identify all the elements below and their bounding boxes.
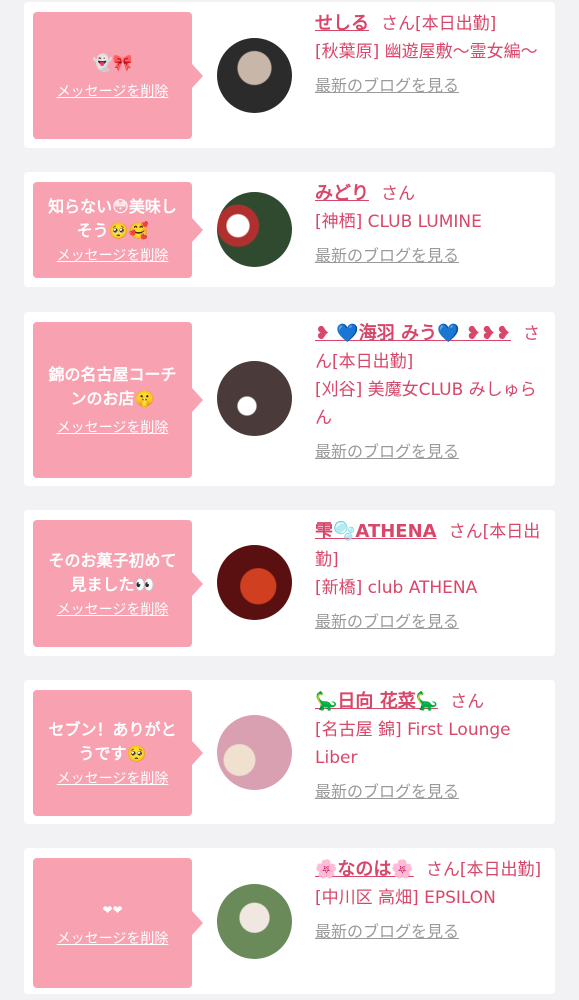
latest-blog-link[interactable]: 最新のブログを見る bbox=[315, 608, 459, 636]
message-text: 👻🎀 bbox=[92, 52, 133, 72]
status-badge: [本日出勤] bbox=[332, 352, 414, 372]
latest-blog-link[interactable]: 最新のブログを見る bbox=[315, 778, 459, 806]
message-bubble: 知らない😳美味し そう🥺🥰 メッセージを削除 bbox=[33, 182, 203, 278]
latest-blog-link[interactable]: 最新のブログを見る bbox=[315, 242, 459, 270]
message-text: そのお菓子初めて 見ました👀 bbox=[48, 550, 177, 594]
message-card: 錦の名古屋コーチ ンのお店🤫 メッセージを削除 ❥ 💙海羽 みう💙 ❥❥❥ さん[… bbox=[24, 312, 555, 486]
cast-name-link[interactable]: ❥ 💙海羽 みう💙 ❥❥❥ bbox=[315, 323, 511, 344]
message-text: セブン！ありがと うです🥺 bbox=[48, 720, 177, 763]
shop-name: [新橋] club ATHENA bbox=[315, 578, 478, 598]
latest-blog-link[interactable]: 最新のブログを見る bbox=[315, 72, 459, 100]
avatar[interactable] bbox=[217, 545, 292, 620]
name-decoration: 🦕 bbox=[415, 691, 439, 712]
shop-name: [神栖] CLUB LUMINE bbox=[315, 212, 482, 232]
message-text: 錦の名古屋コーチ ンのお店🤫 bbox=[48, 365, 177, 408]
delete-message-link[interactable]: メッセージを削除 bbox=[57, 768, 169, 788]
honorific: さん bbox=[381, 184, 415, 204]
cast-name: 海羽 みう bbox=[358, 323, 438, 344]
name-decoration: ❥ 💙 bbox=[315, 323, 359, 344]
avatar[interactable] bbox=[217, 884, 292, 959]
cast-info: 🌸なのは🌸 さん[本日出勤] [中川区 高畑] EPSILON 最新のブログを見る bbox=[315, 856, 547, 946]
message-card: 👻🎀 メッセージを削除 せしる さん[本日出勤] [秋葉原] 幽遊屋敷〜霊女編〜 … bbox=[24, 2, 555, 148]
message-text: 知らない😳美味し そう🥺🥰 bbox=[48, 197, 177, 240]
message-text: ❤❤ bbox=[102, 903, 123, 917]
honorific: さん bbox=[381, 14, 415, 34]
shop-name: [中川区 高畑] EPSILON bbox=[315, 888, 496, 908]
message-bubble: 👻🎀 メッセージを削除 bbox=[33, 12, 203, 139]
message-bubble: 錦の名古屋コーチ ンのお店🤫 メッセージを削除 bbox=[33, 322, 203, 478]
avatar[interactable] bbox=[217, 361, 292, 436]
message-card: そのお菓子初めて 見ました👀 メッセージを削除 雫🫧ATHENA さん[本日出勤]… bbox=[24, 510, 555, 656]
cast-name-link[interactable]: 🦕日向 花菜🦕 bbox=[315, 691, 438, 712]
honorific: さん bbox=[425, 860, 460, 880]
cast-name-link[interactable]: みどり bbox=[315, 183, 369, 204]
cast-name: 日向 花菜 bbox=[337, 691, 416, 712]
latest-blog-link[interactable]: 最新のブログを見る bbox=[315, 918, 459, 946]
message-bubble: ❤❤ メッセージを削除 bbox=[33, 858, 203, 988]
message-card: ❤❤ メッセージを削除 🌸なのは🌸 さん[本日出勤] [中川区 高畑] EPSIL… bbox=[24, 848, 555, 994]
name-decoration: 🌸 bbox=[315, 859, 338, 880]
message-card: セブン！ありがと うです🥺 メッセージを削除 🦕日向 花菜🦕 さん [名古屋 錦]… bbox=[24, 680, 555, 824]
delete-message-link[interactable]: メッセージを削除 bbox=[57, 81, 169, 101]
name-decoration: 🦕 bbox=[315, 691, 338, 712]
delete-message-link[interactable]: メッセージを削除 bbox=[57, 928, 169, 948]
status-badge: [本日出勤] bbox=[459, 860, 542, 880]
name-decoration: 🌸 bbox=[391, 859, 414, 880]
shop-name: [名古屋 錦] First Lounge Liber bbox=[315, 720, 511, 768]
delete-message-link[interactable]: メッセージを削除 bbox=[57, 417, 169, 437]
cast-info: せしる さん[本日出勤] [秋葉原] 幽遊屋敷〜霊女編〜 最新のブログを見る bbox=[315, 10, 547, 100]
status-badge: [本日出勤] bbox=[415, 14, 497, 34]
avatar[interactable] bbox=[217, 38, 292, 113]
honorific: さん bbox=[448, 522, 483, 542]
message-card: 知らない😳美味し そう🥺🥰 メッセージを削除 みどり さん [神栖] CLUB L… bbox=[24, 172, 555, 287]
shop-name: [刈谷] 美魔女CLUB みしゅらん bbox=[315, 380, 537, 428]
cast-name-link[interactable]: せしる bbox=[315, 13, 369, 34]
message-bubble: セブン！ありがと うです🥺 メッセージを削除 bbox=[33, 690, 203, 816]
avatar[interactable] bbox=[217, 192, 292, 267]
cast-info: みどり さん [神栖] CLUB LUMINE 最新のブログを見る bbox=[315, 180, 547, 270]
message-list: 👻🎀 メッセージを削除 せしる さん[本日出勤] [秋葉原] 幽遊屋敷〜霊女編〜 … bbox=[0, 0, 579, 1000]
message-bubble: そのお菓子初めて 見ました👀 メッセージを削除 bbox=[33, 520, 203, 647]
honorific: さん bbox=[450, 692, 485, 712]
cast-info: ❥ 💙海羽 みう💙 ❥❥❥ さん[本日出勤] [刈谷] 美魔女CLUB みしゅらん… bbox=[315, 320, 547, 466]
cast-name: なのは bbox=[337, 859, 392, 880]
cast-name-link[interactable]: 🌸なのは🌸 bbox=[315, 859, 414, 880]
name-decoration: 💙 ❥❥❥ bbox=[437, 323, 511, 344]
delete-message-link[interactable]: メッセージを削除 bbox=[57, 599, 169, 619]
cast-name-link[interactable]: 雫🫧ATHENA bbox=[315, 521, 437, 542]
cast-info: 🦕日向 花菜🦕 さん [名古屋 錦] First Lounge Liber 最新の… bbox=[315, 688, 547, 806]
cast-info: 雫🫧ATHENA さん[本日出勤] [新橋] club ATHENA 最新のブログ… bbox=[315, 518, 547, 636]
latest-blog-link[interactable]: 最新のブログを見る bbox=[315, 438, 459, 466]
shop-name: [秋葉原] 幽遊屋敷〜霊女編〜 bbox=[315, 42, 538, 62]
delete-message-link[interactable]: メッセージを削除 bbox=[57, 245, 169, 265]
avatar[interactable] bbox=[217, 715, 292, 790]
